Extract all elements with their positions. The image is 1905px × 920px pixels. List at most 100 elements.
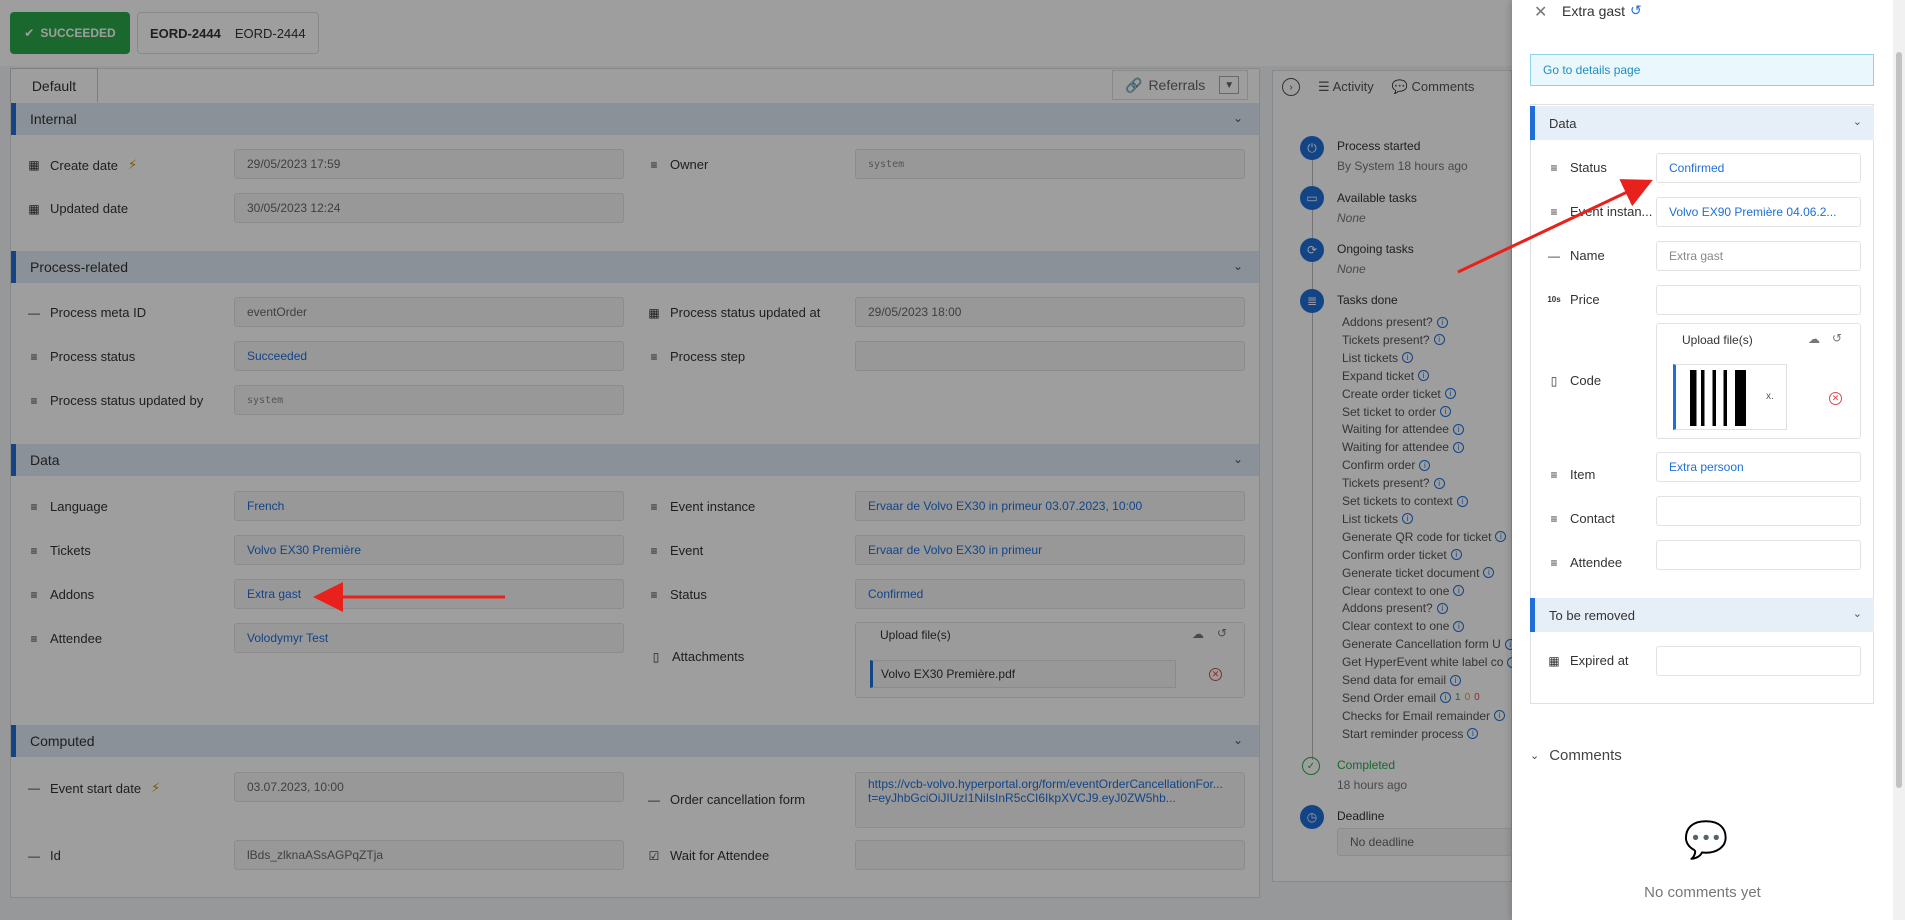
info-icon[interactable]: i: [1440, 692, 1452, 704]
drawer-comments-toggle[interactable]: ⌄ Comments: [1530, 747, 1622, 764]
tab-activity[interactable]: ☰ Activity: [1318, 79, 1374, 95]
database-icon: ≡: [30, 499, 38, 514]
info-icon[interactable]: i: [1467, 728, 1479, 740]
scrollbar-thumb[interactable]: [1896, 52, 1902, 788]
close-icon[interactable]: ✕: [1534, 2, 1547, 22]
tab-default[interactable]: Default: [10, 68, 98, 102]
attendee-field[interactable]: Volodymyr Test: [234, 623, 624, 653]
process-meta-id-field[interactable]: eventOrder: [234, 297, 624, 327]
section-computed[interactable]: Computed ⌄: [11, 725, 1259, 757]
section-internal[interactable]: Internal ⌄: [11, 103, 1259, 135]
process-status-updated-at-field[interactable]: 29/05/2023 18:00: [855, 297, 1245, 327]
order-cancellation-form-field[interactable]: https://vcb-volvo.hyperportal.org/form/e…: [855, 772, 1245, 828]
info-icon[interactable]: i: [1433, 334, 1445, 346]
process-step-field[interactable]: [855, 341, 1245, 371]
info-icon[interactable]: i: [1450, 549, 1462, 561]
drawer-title: Extra gast ↺: [1562, 2, 1642, 19]
history-icon[interactable]: ↺: [1832, 331, 1842, 345]
section-process-related[interactable]: Process-related ⌄: [11, 251, 1259, 283]
inbox-icon: ▭: [1300, 186, 1324, 210]
event-field[interactable]: Ervaar de Volvo EX30 in primeur: [855, 535, 1245, 565]
history-icon[interactable]: ↺: [1630, 2, 1642, 19]
chevron-down-icon[interactable]: ⌄: [1233, 452, 1243, 466]
status-field[interactable]: Confirmed: [855, 579, 1245, 609]
database-icon: ≡: [1550, 555, 1558, 570]
info-icon[interactable]: i: [1418, 370, 1430, 382]
drawer-name-field[interactable]: Extra gast: [1656, 241, 1861, 271]
cloud-upload-icon[interactable]: ☁: [1808, 332, 1820, 346]
drawer-expired-at-field[interactable]: [1656, 646, 1861, 676]
info-icon[interactable]: i: [1444, 388, 1456, 400]
process-status-field[interactable]: Succeeded: [234, 341, 624, 371]
chevron-down-icon[interactable]: ⌄: [1233, 111, 1243, 125]
delete-icon[interactable]: ✕: [1209, 668, 1222, 681]
expand-circle-icon[interactable]: ›: [1282, 78, 1300, 96]
info-icon[interactable]: i: [1450, 674, 1462, 686]
info-icon[interactable]: i: [1419, 459, 1431, 471]
dash-icon: —: [28, 781, 40, 795]
chevron-down-icon[interactable]: ⌄: [1853, 115, 1862, 128]
drawer-upload-files-label[interactable]: Upload file(s): [1682, 333, 1753, 347]
id-field[interactable]: lBds_zlknaASsAGPqZTja: [234, 840, 624, 870]
process-status-updated-by-field[interactable]: system: [234, 385, 624, 415]
info-icon[interactable]: i: [1436, 316, 1448, 328]
referrals-button[interactable]: 🔗 Referrals ▼: [1112, 70, 1248, 100]
chevron-down-icon[interactable]: ⌄: [1233, 733, 1243, 747]
wait-for-attendee-field[interactable]: [855, 840, 1245, 870]
addons-field[interactable]: Extra gast: [234, 579, 624, 609]
drawer-attendee-field[interactable]: [1656, 540, 1861, 570]
event-instance-field[interactable]: Ervaar de Volvo EX30 in primeur 03.07.20…: [855, 491, 1245, 521]
cloud-upload-icon[interactable]: ☁: [1192, 627, 1204, 641]
attachment-file[interactable]: Volvo EX30 Première.pdf: [870, 660, 1176, 688]
info-icon[interactable]: i: [1402, 513, 1414, 525]
info-icon[interactable]: i: [1440, 406, 1452, 417]
timeline-completed: Completed: [1337, 758, 1396, 772]
chevron-down-icon[interactable]: ▼: [1219, 76, 1240, 94]
info-icon[interactable]: i: [1495, 531, 1507, 543]
updated-date-field[interactable]: 30/05/2023 12:24: [234, 193, 624, 223]
delete-icon[interactable]: ✕: [1829, 392, 1842, 405]
drawer-section-to-be-removed[interactable]: To be removed ⌄: [1530, 598, 1874, 632]
timeline-tasks-done: Tasks done: [1337, 293, 1398, 307]
chevron-down-icon[interactable]: ⌄: [1853, 607, 1862, 620]
attendee-label: ≡ Attendee: [28, 631, 102, 646]
info-icon[interactable]: i: [1436, 602, 1448, 614]
language-field[interactable]: French: [234, 491, 624, 521]
history-icon[interactable]: ↺: [1217, 626, 1227, 640]
info-icon[interactable]: i: [1453, 585, 1465, 596]
deadline-field[interactable]: No deadline: [1337, 828, 1512, 856]
drawer-contact-field[interactable]: [1656, 496, 1861, 526]
process-step-label: ≡ Process step: [648, 349, 745, 364]
order-id-primary: EORD-2444: [150, 25, 221, 41]
database-icon: ≡: [650, 349, 658, 364]
info-icon[interactable]: i: [1452, 441, 1464, 453]
info-icon[interactable]: i: [1402, 352, 1414, 364]
qr-code-thumbnail: [1690, 370, 1746, 426]
info-icon[interactable]: i: [1453, 620, 1465, 632]
drawer-price-field[interactable]: [1656, 285, 1861, 315]
event-instance-label: ≡ Event instance: [648, 499, 755, 514]
info-icon[interactable]: i: [1494, 710, 1506, 722]
upload-files-label[interactable]: Upload file(s): [880, 628, 951, 642]
drawer-scrollbar[interactable]: [1893, 0, 1905, 920]
event-start-date-field[interactable]: 03.07.2023, 10:00: [234, 772, 624, 802]
timeline-ongoing-none: None: [1337, 262, 1366, 276]
link-icon: 🔗: [1125, 76, 1143, 93]
create-date-field[interactable]: 29/05/2023 17:59: [234, 149, 624, 179]
chevron-down-icon[interactable]: ⌄: [1233, 259, 1243, 273]
tickets-field[interactable]: Volvo EX30 Première: [234, 535, 624, 565]
drawer-status-field[interactable]: Confirmed: [1656, 153, 1861, 183]
drawer-section-data[interactable]: Data ⌄: [1530, 106, 1874, 140]
info-icon[interactable]: i: [1452, 423, 1464, 435]
go-to-details-link[interactable]: Go to details page: [1530, 54, 1874, 86]
drawer-event-instance-label: ≡ Event instan...: [1548, 204, 1652, 219]
owner-field[interactable]: system: [855, 149, 1245, 179]
info-icon[interactable]: i: [1456, 495, 1468, 507]
drawer-event-instance-field[interactable]: Volvo EX90 Première 04.06.2...: [1656, 197, 1861, 227]
info-icon[interactable]: i: [1433, 477, 1445, 489]
tab-comments[interactable]: 💬 Comments: [1392, 79, 1475, 95]
section-data[interactable]: Data ⌄: [11, 444, 1259, 476]
info-icon[interactable]: i: [1483, 567, 1495, 579]
task-done-item: Send data for email i: [1342, 673, 1462, 687]
drawer-item-field[interactable]: Extra persoon: [1656, 452, 1861, 482]
